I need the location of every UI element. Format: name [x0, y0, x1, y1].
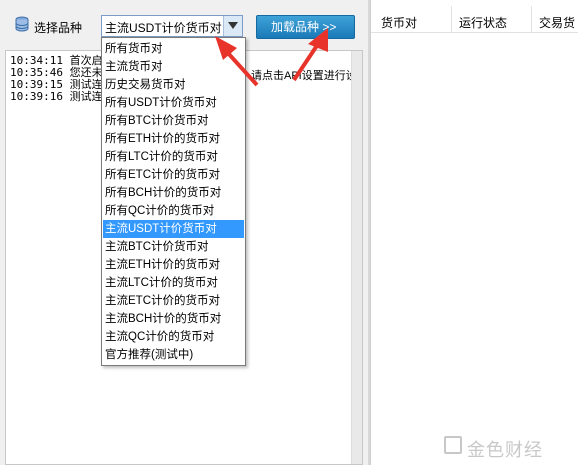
column-divider: [451, 6, 452, 32]
pair-table: 货币对 运行状态 交易货: [370, 0, 578, 465]
column-header-trade[interactable]: 交易货: [539, 14, 575, 31]
dropdown-option-selected[interactable]: 主流USDT计价货币对: [103, 220, 244, 238]
chevron-down-icon: [228, 22, 238, 29]
log-scrollbar[interactable]: [351, 51, 362, 464]
dropdown-option[interactable]: 主流ETC计价的货币对: [103, 292, 244, 310]
dropdown-option[interactable]: 官方推荐(测试中): [103, 346, 244, 364]
annotation-arrow-icon: [292, 28, 328, 82]
dropdown-option[interactable]: 所有LTC计价的货币对: [103, 148, 244, 166]
column-header-status[interactable]: 运行状态: [459, 14, 507, 31]
annotation-arrow-icon: [215, 36, 259, 87]
column-divider: [531, 6, 532, 32]
log-line: 10:39:16 测试连: [10, 90, 103, 103]
dropdown-option[interactable]: 所有QC计价的货币对: [103, 202, 244, 220]
dropdown-option[interactable]: 所有ETC计价的货币对: [103, 166, 244, 184]
database-icon: [14, 16, 30, 35]
watermark-text: 金色财经: [467, 440, 543, 460]
column-header-pair[interactable]: 货币对: [381, 14, 417, 31]
dropdown-option[interactable]: 主流ETH计价的货币对: [103, 256, 244, 274]
select-type-label: 选择品种: [34, 21, 83, 35]
header-divider: [371, 32, 578, 33]
dropdown-option[interactable]: 所有BCH计价的货币对: [103, 184, 244, 202]
dropdown-option[interactable]: 主流BTC计价货币对: [103, 238, 244, 256]
dropdown-option[interactable]: 主流QC计价的货币对: [103, 328, 244, 346]
dropdown-option[interactable]: 主流BCH计价的货币对: [103, 310, 244, 328]
dropdown-option[interactable]: 主流LTC计价的货币对: [103, 274, 244, 292]
dropdown-option[interactable]: 所有BTC计价货币对: [103, 112, 244, 130]
dropdown-option[interactable]: 所有USDT计价货币对: [103, 94, 244, 112]
watermark-logo-icon: [444, 436, 462, 454]
dropdown-option[interactable]: 所有ETH计价的货币对: [103, 130, 244, 148]
